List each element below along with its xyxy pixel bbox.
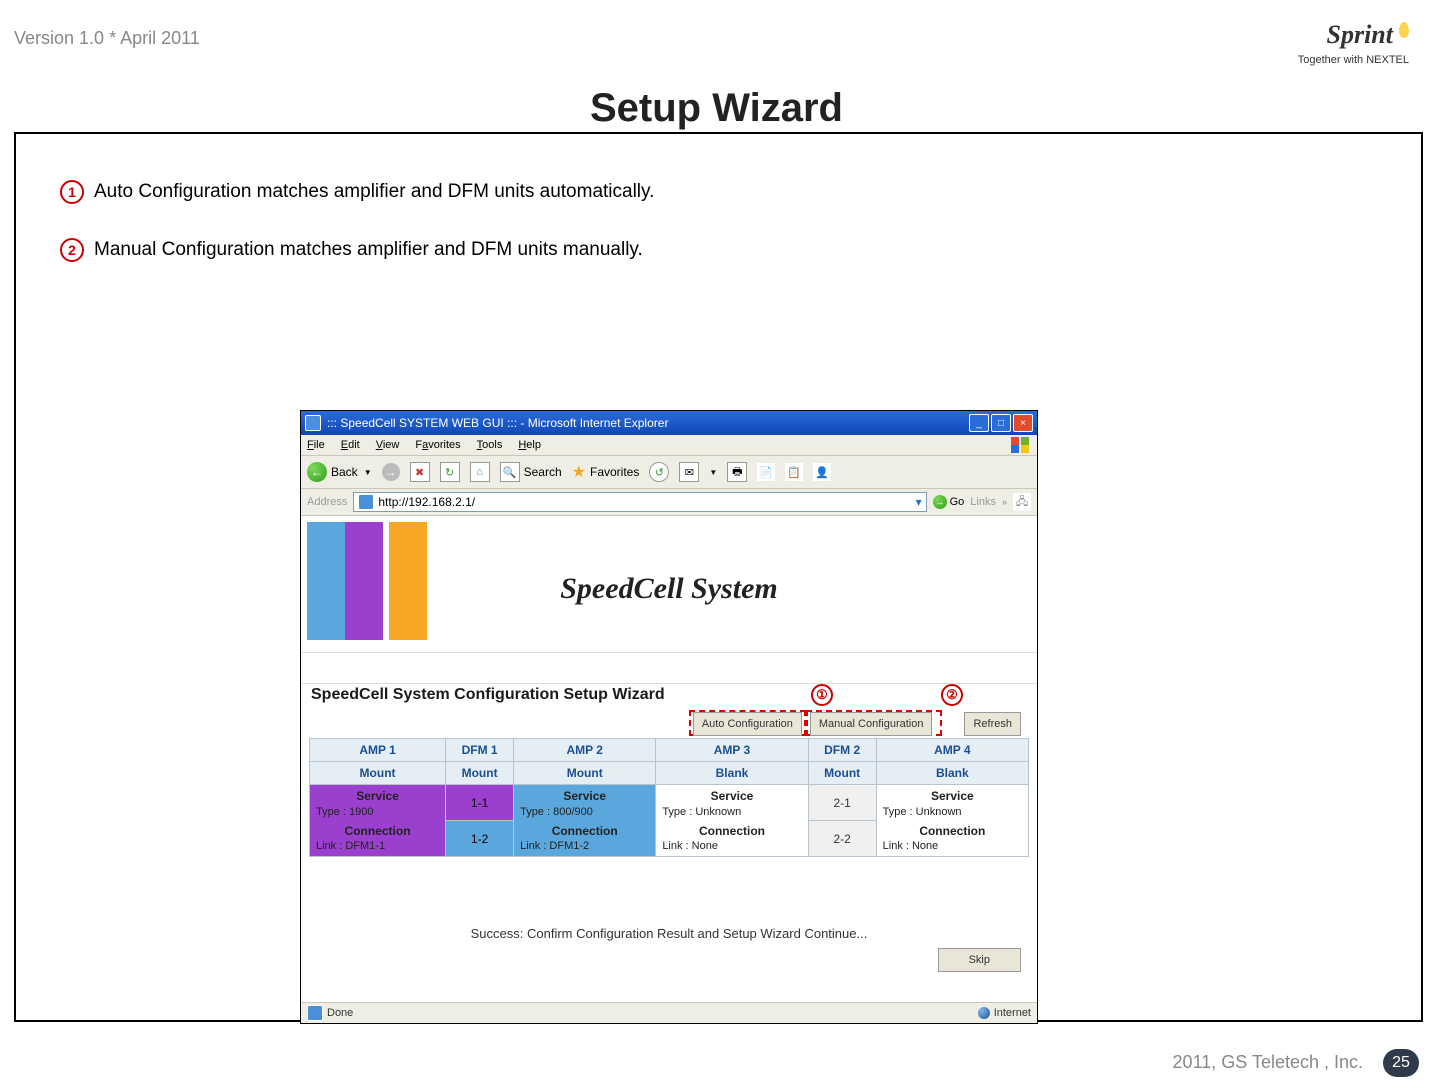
sub-amp2: Mount	[514, 762, 656, 785]
note-1-text: Auto Configuration matches amplifier and…	[94, 181, 654, 203]
callout-2-icon: ②	[941, 684, 963, 706]
forward-button[interactable]: →	[382, 463, 400, 481]
address-field[interactable]: http://192.168.2.1/ ▾	[353, 492, 926, 512]
address-bar: Address http://192.168.2.1/ ▾ →Go Links …	[301, 489, 1037, 516]
hdr-amp2: AMP 2	[514, 739, 656, 762]
window-titlebar: ::: SpeedCell SYSTEM WEB GUI ::: - Micro…	[301, 411, 1037, 435]
hdr-amp3: AMP 3	[656, 739, 808, 762]
version-text: Version 1.0 * April 2011	[14, 28, 200, 49]
address-label: Address	[307, 496, 347, 508]
status-zone: Internet	[994, 1007, 1031, 1019]
refresh-wizard-button[interactable]: Refresh	[964, 712, 1021, 736]
home-button[interactable]: ⌂	[470, 462, 490, 482]
amp1-cell: Service Type : 1900 Connection Link : DF…	[310, 785, 446, 857]
address-text: http://192.168.2.1/	[378, 495, 475, 509]
config-grid: AMP 1 DFM 1 AMP 2 AMP 3 DFM 2 AMP 4 Moun…	[309, 738, 1029, 857]
messenger-button[interactable]: 👤	[813, 463, 831, 481]
page-content: SpeedCell System SpeedCell System Config…	[301, 516, 1037, 1008]
dfm2-port2: 2-2	[808, 821, 876, 857]
page-number: 25	[1383, 1049, 1419, 1077]
slide-frame: 1 Auto Configuration matches amplifier a…	[14, 132, 1423, 1022]
color-bars	[307, 522, 427, 644]
menu-file[interactable]: File	[307, 439, 325, 451]
brand-tagline: Together with NEXTEL	[1298, 54, 1409, 66]
note-1: 1 Auto Configuration matches amplifier a…	[60, 180, 1377, 204]
close-button[interactable]: ×	[1013, 414, 1033, 432]
menu-help[interactable]: Help	[518, 439, 541, 451]
circled-1-icon: 1	[60, 180, 84, 204]
ie-toolbar: ←Back▼ → ✖ ↻ ⌂ 🔍Search ★Favorites ↺ ✉ ▼ …	[301, 456, 1037, 489]
sub-dfm2: Mount	[808, 762, 876, 785]
page-icon	[358, 494, 374, 510]
research-button[interactable]: 📋	[785, 463, 803, 481]
hdr-dfm1: DFM 1	[446, 739, 514, 762]
favorites-button[interactable]: ★Favorites	[572, 462, 640, 482]
auto-config-button[interactable]: Auto Configuration	[693, 712, 802, 736]
sub-amp3: Blank	[656, 762, 808, 785]
hdr-amp1: AMP 1	[310, 739, 446, 762]
success-message: Success: Confirm Configuration Result an…	[309, 926, 1029, 941]
edit-button[interactable]: 📄	[757, 463, 775, 481]
menu-favorites[interactable]: Favorites	[415, 439, 460, 451]
note-2-text: Manual Configuration matches amplifier a…	[94, 239, 643, 261]
window-title: ::: SpeedCell SYSTEM WEB GUI ::: - Micro…	[327, 416, 668, 430]
status-page-icon	[307, 1005, 323, 1021]
wizard-header: SpeedCell System Configuration Setup Wiz…	[311, 686, 665, 704]
status-bar: Done Internet	[301, 1002, 1037, 1023]
menu-view[interactable]: View	[376, 439, 400, 451]
history-button[interactable]: ↺	[649, 462, 669, 482]
links-label[interactable]: Links	[970, 496, 996, 508]
print-button[interactable]: 🖶	[727, 462, 747, 482]
callout-1-icon: ①	[811, 684, 833, 706]
mail-button[interactable]: ✉	[679, 462, 699, 482]
manual-config-button[interactable]: Manual Configuration	[810, 712, 933, 736]
note-2: 2 Manual Configuration matches amplifier…	[60, 238, 1377, 262]
mail-dropdown-icon[interactable]: ▼	[709, 468, 717, 477]
page-title: Setup Wizard	[0, 86, 1433, 131]
links-chevron-icon[interactable]: »	[1002, 497, 1007, 507]
sub-dfm1: Mount	[446, 762, 514, 785]
hdr-dfm2: DFM 2	[808, 739, 876, 762]
dfm1-port2: 1-2	[446, 821, 514, 857]
back-button[interactable]: ←Back▼	[307, 462, 372, 482]
sprint-logo: Sprint Together with NEXTEL	[1298, 20, 1409, 68]
amp2-cell: Service Type : 800/900 Connection Link :…	[514, 785, 656, 857]
status-done: Done	[327, 1007, 353, 1019]
address-dropdown-icon[interactable]: ▾	[916, 495, 922, 509]
hdr-amp4: AMP 4	[876, 739, 1028, 762]
ie-icon	[305, 415, 321, 431]
menu-edit[interactable]: Edit	[341, 439, 360, 451]
maximize-button[interactable]: □	[991, 414, 1011, 432]
refresh-button[interactable]: ↻	[440, 462, 460, 482]
search-button[interactable]: 🔍Search	[500, 462, 562, 482]
sub-amp4: Blank	[876, 762, 1028, 785]
circled-2-icon: 2	[60, 238, 84, 262]
pin-icon	[1399, 22, 1409, 38]
links-extra-icon[interactable]: 🖧	[1013, 493, 1031, 511]
amp4-cell: Service Type : Unknown Connection Link :…	[876, 785, 1028, 857]
brand-name: Sprint	[1327, 20, 1394, 49]
copyright: 2011, GS Teletech , Inc.	[1173, 1052, 1363, 1073]
dfm2-port1: 2-1	[808, 785, 876, 821]
sub-amp1: Mount	[310, 762, 446, 785]
menu-tools[interactable]: Tools	[477, 439, 503, 451]
go-button[interactable]: →Go	[933, 495, 965, 509]
dfm1-port1: 1-1	[446, 785, 514, 821]
amp3-cell: Service Type : Unknown Connection Link :…	[656, 785, 808, 857]
minimize-button[interactable]: _	[969, 414, 989, 432]
ie-screenshot: ::: SpeedCell SYSTEM WEB GUI ::: - Micro…	[300, 410, 1038, 1024]
menu-bar: File Edit View Favorites Tools Help	[301, 435, 1037, 456]
skip-button[interactable]: Skip	[938, 948, 1021, 972]
internet-zone-icon	[978, 1007, 990, 1019]
windows-flag-icon	[1011, 437, 1031, 453]
stop-button[interactable]: ✖	[410, 462, 430, 482]
